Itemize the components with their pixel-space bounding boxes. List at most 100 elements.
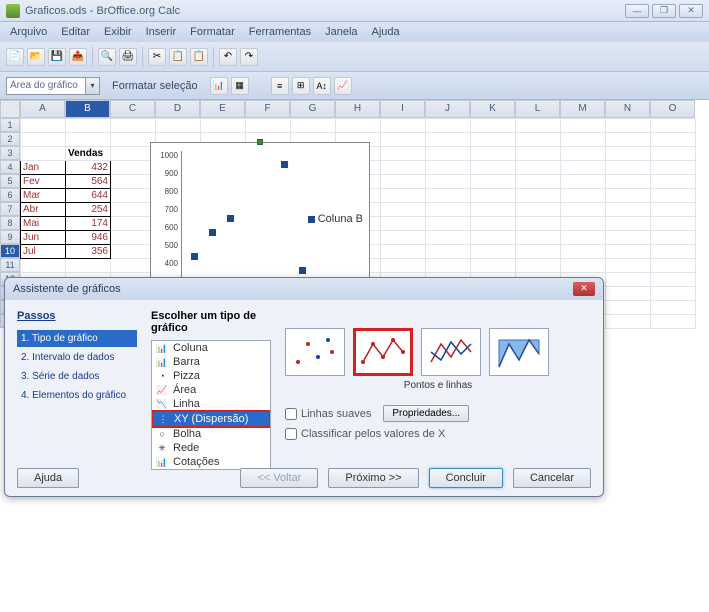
cell[interactable] [651, 203, 696, 217]
cell[interactable] [111, 147, 156, 161]
cell[interactable] [381, 203, 426, 217]
cell[interactable] [606, 175, 651, 189]
data-point[interactable] [227, 215, 234, 222]
chart-type-item[interactable]: 📈Área [152, 383, 270, 397]
cell[interactable] [471, 245, 516, 259]
menu-ferramentas[interactable]: Ferramentas [243, 24, 317, 40]
cell[interactable] [606, 231, 651, 245]
sort-x-input[interactable] [285, 428, 297, 440]
menu-editar[interactable]: Editar [55, 24, 96, 40]
cell[interactable] [336, 119, 381, 133]
cell[interactable] [606, 203, 651, 217]
col-header-i[interactable]: I [380, 100, 425, 118]
col-header-n[interactable]: N [605, 100, 650, 118]
name-box[interactable] [6, 77, 86, 95]
grid-h-icon[interactable]: ≡ [271, 77, 289, 95]
finish-button[interactable]: Concluir [429, 468, 503, 488]
cell[interactable] [471, 259, 516, 273]
cell[interactable] [606, 217, 651, 231]
cell[interactable] [21, 119, 66, 133]
cell[interactable] [561, 245, 606, 259]
cell[interactable] [111, 175, 156, 189]
col-header-o[interactable]: O [650, 100, 695, 118]
cell[interactable] [516, 245, 561, 259]
menu-arquivo[interactable]: Arquivo [4, 24, 53, 40]
print-preview-icon[interactable]: 🔍 [98, 48, 116, 66]
cell[interactable] [516, 147, 561, 161]
cell[interactable] [606, 287, 651, 301]
maximize-button[interactable]: ❐ [652, 4, 676, 18]
cell[interactable] [651, 287, 696, 301]
cell[interactable] [561, 119, 606, 133]
cell[interactable] [111, 203, 156, 217]
col-header-k[interactable]: K [470, 100, 515, 118]
cell[interactable] [651, 119, 696, 133]
next-button[interactable]: Próximo >> [328, 468, 418, 488]
cell[interactable] [381, 231, 426, 245]
cell[interactable] [516, 217, 561, 231]
new-icon[interactable]: 📄 [6, 48, 24, 66]
cell[interactable] [426, 245, 471, 259]
menu-exibir[interactable]: Exibir [98, 24, 138, 40]
cell[interactable] [651, 259, 696, 273]
paste-icon[interactable]: 📋 [190, 48, 208, 66]
cell[interactable] [381, 133, 426, 147]
cell[interactable] [516, 161, 561, 175]
cell[interactable] [471, 175, 516, 189]
subtype-preview-1[interactable] [353, 328, 413, 376]
cell[interactable] [111, 259, 156, 273]
cell[interactable] [426, 175, 471, 189]
cancel-button[interactable]: Cancelar [513, 468, 591, 488]
sort-x-checkbox[interactable]: Classificar pelos valores de X [285, 428, 591, 440]
cell[interactable]: Jan [21, 161, 66, 175]
cell[interactable] [471, 147, 516, 161]
cell[interactable] [426, 231, 471, 245]
data-point[interactable] [299, 267, 306, 274]
chart-data-icon[interactable]: ▦ [231, 77, 249, 95]
cell[interactable]: 174 [66, 217, 111, 231]
chart-type-icon[interactable]: 📊 [210, 77, 228, 95]
smooth-lines-checkbox[interactable]: Linhas suaves Propriedades... [285, 405, 591, 422]
cell[interactable] [471, 231, 516, 245]
cell[interactable] [561, 175, 606, 189]
cell[interactable] [66, 119, 111, 133]
chart-type-item[interactable]: ✳Rede [152, 441, 270, 455]
menu-formatar[interactable]: Formatar [184, 24, 241, 40]
cell[interactable] [516, 259, 561, 273]
row-header-1[interactable]: 1 [0, 118, 20, 132]
chart-type-item[interactable]: 📊Barra [152, 355, 270, 369]
cell[interactable] [111, 217, 156, 231]
cell[interactable] [561, 217, 606, 231]
smooth-lines-input[interactable] [285, 408, 297, 420]
col-header-a[interactable]: A [20, 100, 65, 118]
select-all-corner[interactable] [0, 100, 20, 118]
cell[interactable] [561, 259, 606, 273]
cell[interactable] [651, 301, 696, 315]
cell[interactable] [651, 147, 696, 161]
cell[interactable] [426, 189, 471, 203]
cell[interactable] [381, 119, 426, 133]
wizard-titlebar[interactable]: Assistente de gráficos ✕ [5, 278, 603, 300]
cell[interactable] [516, 203, 561, 217]
help-button[interactable]: Ajuda [17, 468, 79, 488]
cell[interactable]: Jun [21, 231, 66, 245]
wizard-step-4[interactable]: 4. Elementos do gráfico [17, 387, 137, 404]
cell[interactable] [111, 231, 156, 245]
cell[interactable] [381, 147, 426, 161]
legend-icon[interactable]: A↕ [313, 77, 331, 95]
cell[interactable] [471, 161, 516, 175]
cell[interactable] [561, 147, 606, 161]
cell[interactable] [111, 119, 156, 133]
format-selection-button[interactable]: Formatar seleção [106, 80, 204, 92]
cell[interactable] [426, 161, 471, 175]
cell[interactable] [651, 273, 696, 287]
row-header-11[interactable]: 11 [0, 258, 20, 272]
cell[interactable] [561, 161, 606, 175]
cell[interactable] [651, 133, 696, 147]
cell-vendas[interactable]: Vendas [66, 147, 111, 161]
chart-type-item[interactable]: ○Bolha [152, 427, 270, 441]
wizard-step-2[interactable]: 2. Intervalo de dados [17, 349, 137, 366]
row-header-4[interactable]: 4 [0, 160, 20, 174]
print-icon[interactable]: 🖨 [119, 48, 137, 66]
subtype-preview-3[interactable] [489, 328, 549, 376]
